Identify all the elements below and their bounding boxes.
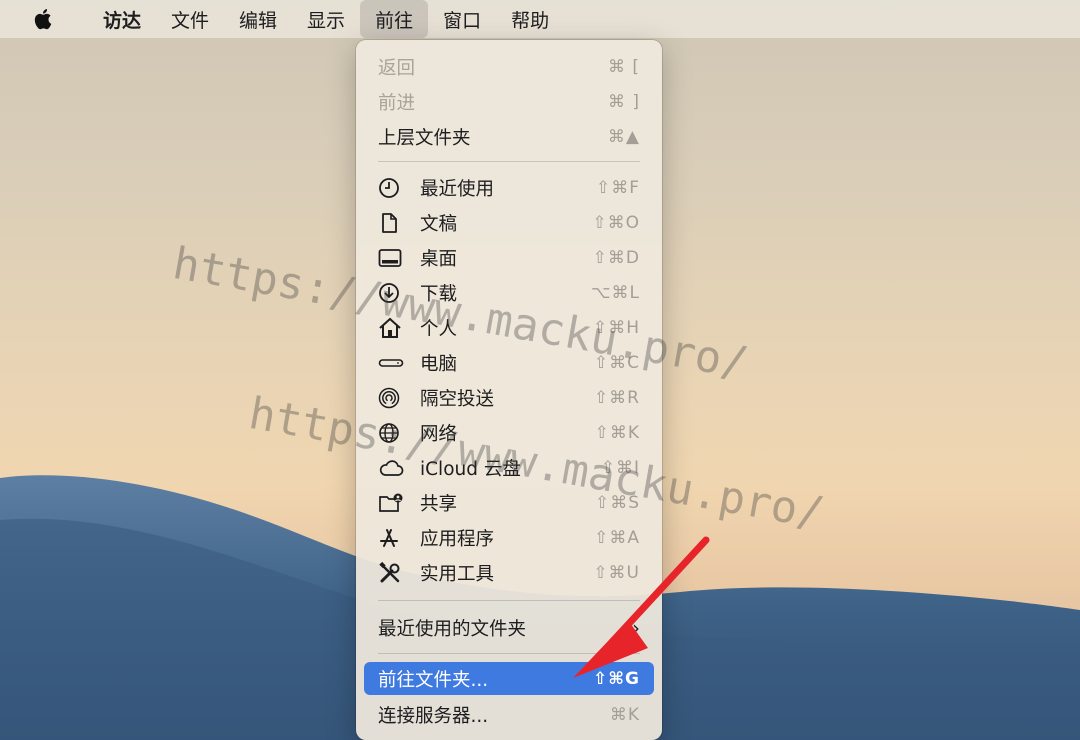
- red-arrow-annotation: [573, 536, 710, 678]
